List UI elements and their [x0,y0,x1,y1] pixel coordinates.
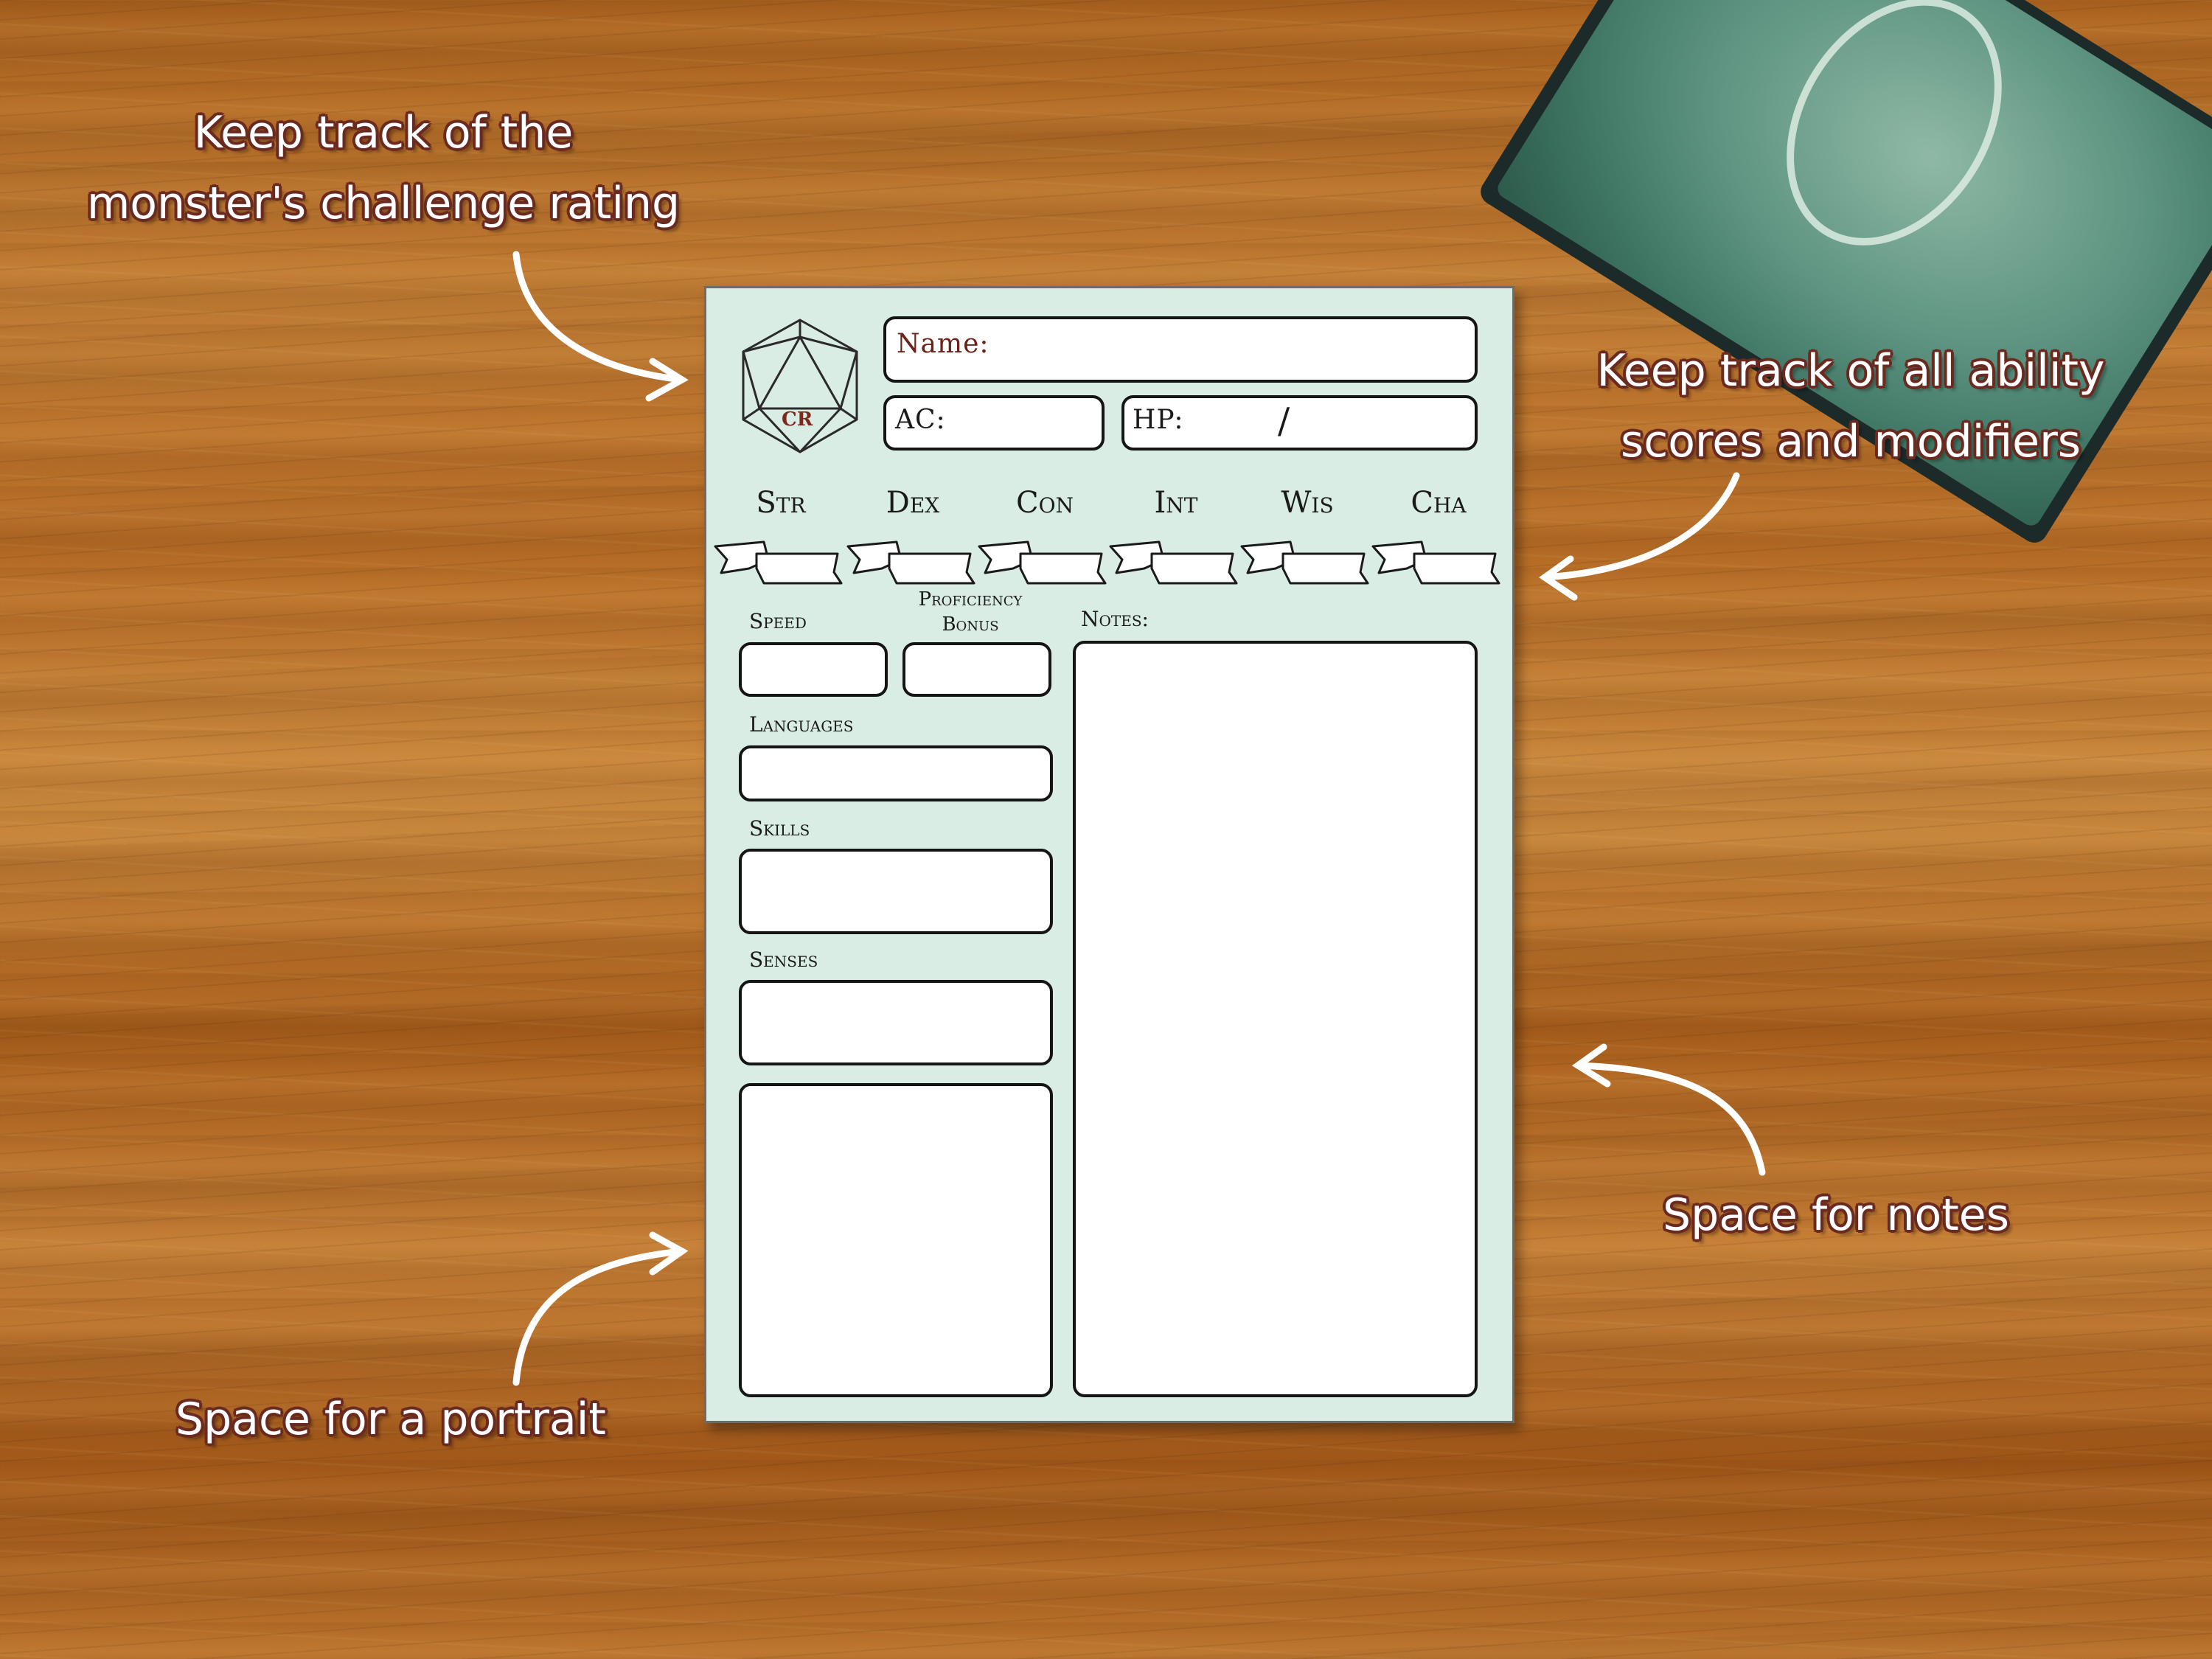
notes-label: Notes: [1081,607,1149,631]
senses-field[interactable] [739,980,1053,1065]
ability-cha: Cha [1411,486,1467,520]
cr-label: CR [782,408,813,431]
languages-label: Languages [749,712,854,737]
ability-int: Int [1154,486,1198,520]
skills-label: Skills [749,816,810,841]
banner-cha [1371,540,1500,585]
name-label: Name: [897,329,990,359]
ability-dex: Dex [886,486,940,520]
ability-wis: Wis [1281,486,1334,520]
ability-con: Con [1015,486,1074,520]
banner-str [714,540,843,585]
ac-label: AC: [895,405,946,435]
proficiency-field[interactable] [902,642,1051,697]
languages-field[interactable] [739,745,1053,801]
d20-icon [742,319,858,453]
monster-sheet: CR Name: AC: HP: / Str Dex Con Int Wis C… [704,286,1514,1423]
skills-field[interactable] [739,849,1053,934]
banner-int [1109,540,1238,585]
proficiency-label-line-1: Proficiency [918,588,1023,611]
banner-wis [1240,540,1369,585]
senses-label: Senses [749,947,818,972]
hp-separator: / [1278,400,1291,442]
speed-field[interactable] [739,642,888,697]
notes-field[interactable] [1073,641,1478,1397]
arrow-ability-scores [1541,472,1740,581]
banner-dex [846,540,975,585]
ability-str: Str [756,486,806,520]
proficiency-label-line-2: Bonus [942,613,999,636]
hp-label: HP: [1133,405,1184,435]
speed-label: Speed [749,609,807,633]
proficiency-label: Proficiency Bonus [897,587,1044,637]
banner-con [978,540,1107,585]
ability-banners [714,540,1500,585]
portrait-field[interactable] [739,1083,1053,1397]
